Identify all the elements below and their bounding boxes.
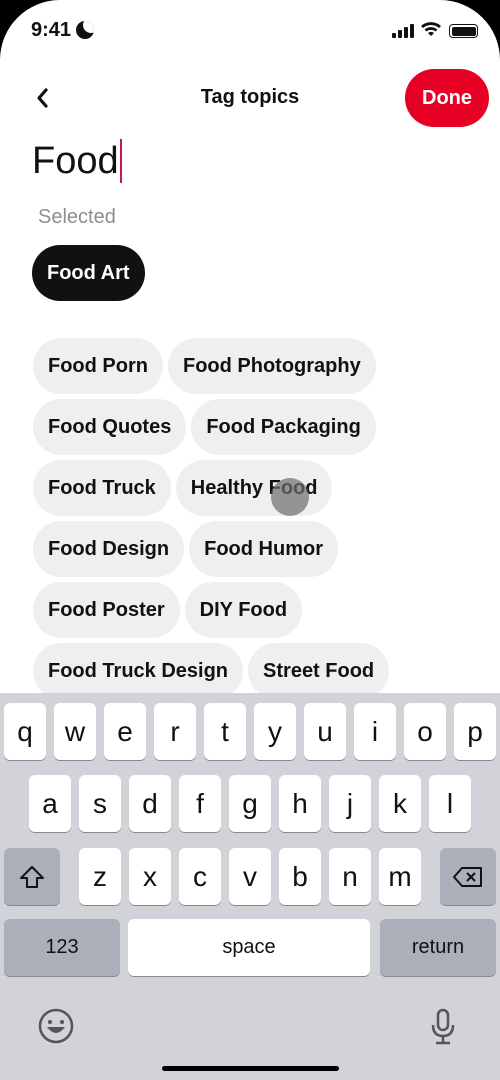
key-d[interactable]: d xyxy=(129,775,171,832)
key-u[interactable]: u xyxy=(304,703,346,760)
key-t[interactable]: t xyxy=(204,703,246,760)
key-m[interactable]: m xyxy=(379,848,421,905)
microphone-icon[interactable] xyxy=(423,1006,463,1046)
topic-chip[interactable]: Food Truck xyxy=(33,460,171,516)
key-a[interactable]: a xyxy=(29,775,71,832)
keyboard: q w e r t y u i o p a s d f g h j k l z x c v b n m 123 space return xyxy=(0,693,500,1080)
selected-label: Selected xyxy=(38,206,116,228)
topic-chip[interactable]: Food Quotes xyxy=(33,399,187,455)
key-j[interactable]: j xyxy=(329,775,371,832)
key-r[interactable]: r xyxy=(154,703,196,760)
key-y[interactable]: y xyxy=(254,703,296,760)
wifi-icon xyxy=(421,22,441,36)
screen: 9:41 Tag topics Done Food Selected Food … xyxy=(0,0,500,1080)
key-p[interactable]: p xyxy=(454,703,496,760)
key-g[interactable]: g xyxy=(229,775,271,832)
return-key[interactable]: return xyxy=(380,919,496,976)
numbers-key[interactable]: 123 xyxy=(4,919,120,976)
topic-row: Food Porn Food Photography xyxy=(33,338,389,394)
topic-chip[interactable]: Food Porn xyxy=(33,338,163,394)
key-c[interactable]: c xyxy=(179,848,221,905)
backspace-icon xyxy=(453,866,482,887)
space-key[interactable]: space xyxy=(128,919,370,976)
key-n[interactable]: n xyxy=(329,848,371,905)
key-f[interactable]: f xyxy=(179,775,221,832)
key-k[interactable]: k xyxy=(379,775,421,832)
topic-row: Food Truck Design Street Food xyxy=(33,643,390,699)
home-indicator xyxy=(162,1066,339,1071)
shift-key[interactable] xyxy=(4,848,60,905)
topic-search-input[interactable]: Food xyxy=(32,139,122,183)
touch-indicator xyxy=(271,478,309,516)
emoji-icon[interactable] xyxy=(36,1006,76,1046)
text-cursor xyxy=(119,139,122,183)
topic-row: Food Truck Healthy Food xyxy=(33,460,389,516)
key-v[interactable]: v xyxy=(229,848,271,905)
key-h[interactable]: h xyxy=(279,775,321,832)
topic-chip[interactable]: Food Design xyxy=(33,521,185,577)
topic-row: Food Poster DIY Food xyxy=(33,582,389,638)
topic-row: Food Quotes Food Packaging xyxy=(33,399,389,455)
key-l[interactable]: l xyxy=(429,775,471,832)
key-b[interactable]: b xyxy=(279,848,321,905)
key-i[interactable]: i xyxy=(354,703,396,760)
key-o[interactable]: o xyxy=(404,703,446,760)
moon-icon xyxy=(76,21,94,39)
topic-row: Food Design Food Humor xyxy=(33,521,389,577)
topic-chip[interactable]: Food Humor xyxy=(189,521,338,577)
topic-chip[interactable]: Healthy Food xyxy=(175,460,333,516)
suggested-topics: Food Porn Food Photography Food Quotes Food… xyxy=(33,338,390,699)
key-x[interactable]: x xyxy=(129,848,171,905)
topic-chip[interactable]: Food Poster xyxy=(33,582,180,638)
topic-chip[interactable]: Street Food xyxy=(248,643,390,699)
key-q[interactable]: q xyxy=(4,703,46,760)
selected-topic-chip[interactable]: Food Art xyxy=(32,245,145,301)
done-button[interactable]: Done xyxy=(405,69,489,127)
topic-chip[interactable]: Food Photography xyxy=(167,338,376,394)
cellular-signal-icon xyxy=(392,24,414,38)
key-s[interactable]: s xyxy=(79,775,121,832)
key-w[interactable]: w xyxy=(54,703,96,760)
key-z[interactable]: z xyxy=(79,848,121,905)
battery-icon xyxy=(449,24,478,38)
selected-chips: Food Art xyxy=(32,245,145,301)
search-input-value: Food xyxy=(32,139,119,182)
key-e[interactable]: e xyxy=(104,703,146,760)
topic-chip[interactable]: DIY Food xyxy=(184,582,303,638)
topic-chip[interactable]: Food Truck Design xyxy=(33,643,244,699)
status-bar: 9:41 xyxy=(0,16,500,46)
status-time: 9:41 xyxy=(31,19,72,41)
delete-key[interactable] xyxy=(440,848,496,905)
topic-chip[interactable]: Food Packaging xyxy=(191,399,376,455)
shift-icon xyxy=(20,865,44,888)
